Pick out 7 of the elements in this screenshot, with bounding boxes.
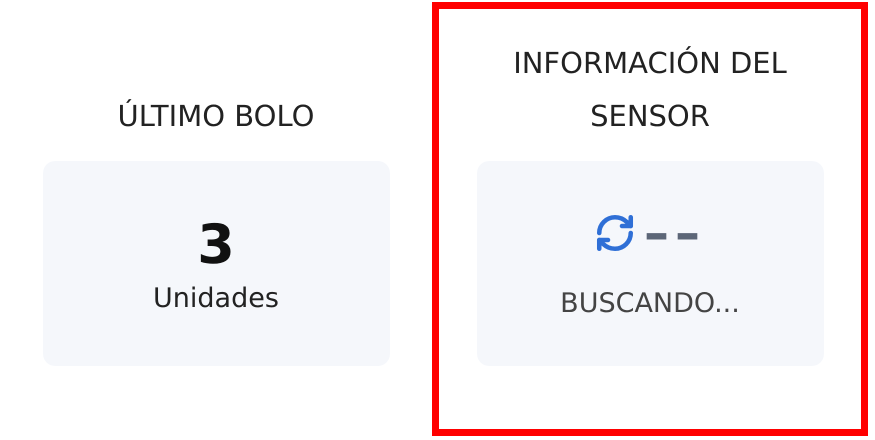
sensor-value: –– bbox=[644, 208, 706, 258]
status-text: BUSCANDO... bbox=[560, 288, 740, 319]
panel-title: INFORMACIÓN DEL SENSOR bbox=[512, 45, 788, 135]
count-value: 3 bbox=[197, 213, 235, 277]
unit-label: Unidades bbox=[153, 283, 279, 314]
panel-title: ÚLTIMO BOLO bbox=[116, 98, 316, 135]
refresh-icon bbox=[594, 212, 636, 254]
